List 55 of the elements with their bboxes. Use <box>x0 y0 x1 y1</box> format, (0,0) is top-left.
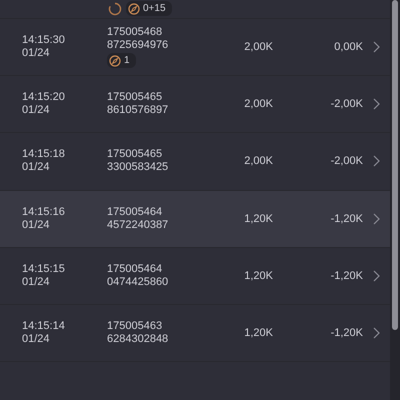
time-text: 14:15:30 <box>22 34 66 48</box>
id-text: 175005468 <box>107 26 164 40</box>
date-text: 01/24 <box>22 161 51 174</box>
transaction-row[interactable]: 14:15:16 01/24 175005464 4572240387 1,20K -1,20K <box>0 190 390 247</box>
amount-text: 1,20K <box>243 270 273 282</box>
chevron-right-icon <box>373 98 380 110</box>
id-text: 8610576897 <box>107 104 170 118</box>
count-badge: 1 <box>107 53 136 68</box>
transaction-row[interactable]: 14:15:14 01/24 175005463 6284302848 1,20K -1,20K <box>0 304 390 361</box>
compass-icon <box>109 54 121 67</box>
amount-text: 2,00K <box>243 41 273 54</box>
time-text: 14:15:18 <box>22 148 66 162</box>
compass-icon <box>128 2 140 14</box>
result-text: -2,00K <box>330 98 363 110</box>
id-text: 3300583425 <box>107 161 170 174</box>
amount-text: 1,20K <box>243 212 273 225</box>
id-text: 0474425860 <box>107 276 170 289</box>
chevron-right-icon <box>373 41 380 54</box>
chevron-right-icon <box>373 155 380 168</box>
time-text: 14:15:14 <box>22 320 66 333</box>
id-text: 4572240387 <box>107 218 170 232</box>
id-text: 8725694976 <box>107 39 170 52</box>
amount-text: 2,00K <box>243 98 273 110</box>
id-text: 6284302848 <box>107 332 170 346</box>
spinner-icon <box>108 2 122 16</box>
transaction-row[interactable]: 0+15 <box>0 0 390 18</box>
chevron-right-icon <box>373 270 380 282</box>
transaction-row[interactable]: 14:15:18 01/24 175005465 3300583425 2,00K -2,00K <box>0 133 390 190</box>
result-text: -1,20K <box>330 270 363 282</box>
id-text: 175005463 <box>107 320 164 333</box>
date-text: 01/24 <box>22 218 51 232</box>
date-text: 01/24 <box>22 47 51 60</box>
count-badge: 0+15 <box>126 1 172 16</box>
transaction-row[interactable]: 14:15:15 01/24 175005464 0474425860 1,20K -1,20K <box>0 248 390 304</box>
date-text: 01/24 <box>22 332 51 346</box>
amount-text: 1,20K <box>243 326 273 339</box>
chevron-right-icon <box>373 326 380 339</box>
date-text: 01/24 <box>22 104 51 118</box>
transaction-row[interactable]: 14:15:20 01/24 175005465 8610576897 2,00K -2,00K <box>0 76 390 132</box>
scrollbar[interactable] <box>390 0 400 400</box>
id-text: 175005465 <box>107 91 164 104</box>
time-text: 14:15:15 <box>22 262 66 276</box>
time-text: 14:15:16 <box>22 206 66 219</box>
amount-text: 2,00K <box>243 155 273 168</box>
id-text: 175005464 <box>107 262 164 276</box>
result-text: -2,00K <box>330 155 363 168</box>
id-text: 175005464 <box>107 206 164 219</box>
id-text: 175005465 <box>107 148 164 162</box>
result-text: -1,20K <box>330 212 363 225</box>
result-text: 0,00K <box>333 41 363 54</box>
date-text: 01/24 <box>22 276 51 289</box>
time-text: 14:15:20 <box>22 91 66 104</box>
chevron-right-icon <box>373 212 380 225</box>
result-text: -1,20K <box>330 326 363 339</box>
transaction-row[interactable]: 14:15:30 01/24 175005468 8725694976 1 2,00K 0,00K <box>0 19 390 76</box>
